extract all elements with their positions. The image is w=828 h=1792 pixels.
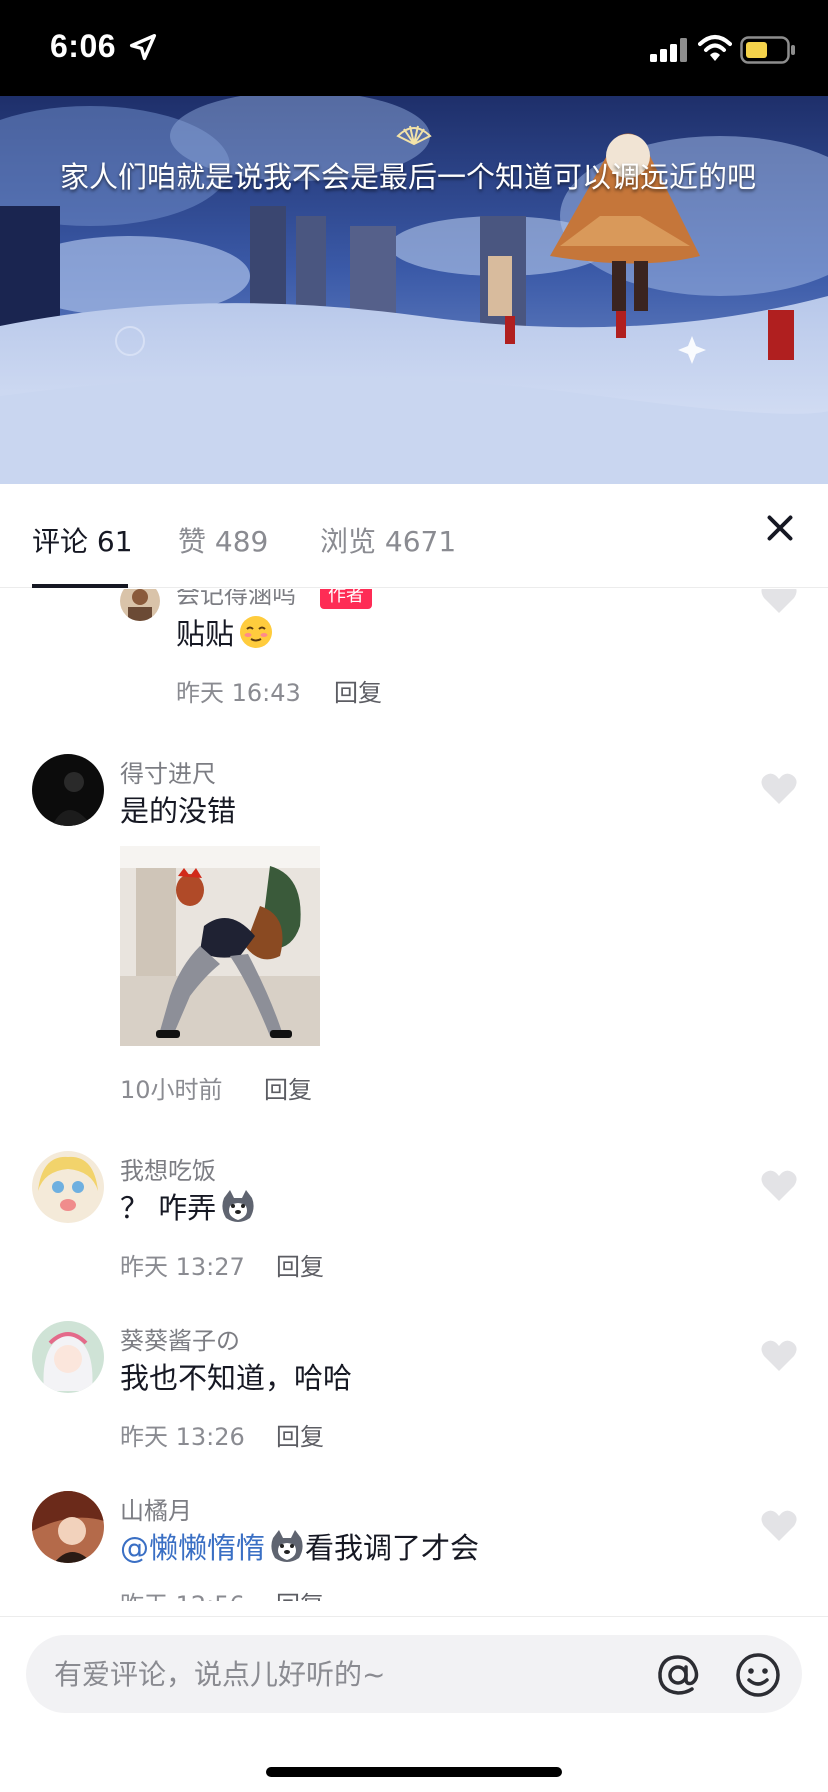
comment-text: @懒懒惰惰 看我调了才会 — [120, 1525, 479, 1567]
husky-emoji-icon — [222, 1190, 254, 1222]
avatar[interactable] — [32, 1321, 104, 1393]
avatar[interactable] — [32, 1491, 104, 1563]
comment-image[interactable] — [120, 846, 320, 1046]
reply-button[interactable]: 回复 — [276, 1247, 324, 1282]
avatar[interactable] — [32, 754, 104, 826]
wifi-icon — [698, 35, 732, 61]
comment-text-content: 贴贴 — [176, 617, 235, 651]
comment-item: 葵葵酱子の 我也不知道，哈哈 昨天 13:26 回复 — [0, 1321, 828, 1451]
close-button[interactable] — [762, 510, 798, 546]
location-arrow-icon — [129, 33, 157, 61]
video-player[interactable]: 家人们咱就是说我不会是最后一个知道可以调远近的吧 — [0, 96, 828, 484]
video-caption: 家人们咱就是说我不会是最后一个知道可以调远近的吧 — [60, 160, 757, 194]
comment-tabs: 评论 61 赞 489 浏览 4671 — [0, 484, 828, 588]
tab-likes[interactable]: 赞 489 — [178, 520, 268, 560]
comment-username[interactable]: 会记得涵呜 — [176, 589, 296, 610]
comment-list[interactable]: 会记得涵呜 作者 贴贴 昨天 16:43 回复 得寸进尺 是的没错 10小时前 … — [0, 589, 828, 1601]
avatar[interactable] — [120, 589, 160, 621]
comment-text-content: 看我调了才会 — [305, 1531, 480, 1565]
reply-button[interactable]: 回复 — [276, 1585, 324, 1601]
author-badge: 作者 — [320, 589, 372, 609]
comment-item: 会记得涵呜 作者 贴贴 昨天 16:43 回复 — [0, 589, 828, 714]
active-tab-indicator — [32, 584, 128, 588]
comment-text: ？ 咋弄 — [120, 1185, 256, 1227]
like-heart-icon[interactable] — [760, 589, 798, 615]
status-bar: 6:06 — [0, 0, 828, 96]
comment-time: 昨天 13:26 — [120, 1423, 245, 1451]
home-indicator[interactable] — [266, 1767, 562, 1777]
comment-username[interactable]: 我想吃饭 — [120, 1151, 216, 1186]
like-heart-icon[interactable] — [760, 772, 798, 806]
husky-emoji-icon — [271, 1530, 303, 1562]
comment-text: 贴贴 — [176, 611, 274, 653]
comment-username[interactable]: 葵葵酱子の — [120, 1321, 240, 1356]
reply-button[interactable]: 回复 — [276, 1417, 324, 1452]
like-heart-icon[interactable] — [760, 1339, 798, 1373]
signal-icon — [650, 38, 687, 62]
comment-input-bar — [0, 1616, 828, 1792]
like-heart-icon[interactable] — [760, 1509, 798, 1543]
comment-item: 我想吃饭 ？ 咋弄 昨天 13:27 回复 — [0, 1151, 828, 1281]
comment-username[interactable]: 山橘月 — [120, 1491, 192, 1526]
comment-time: 昨天 16:43 — [176, 679, 301, 707]
reply-button[interactable]: 回复 — [264, 1070, 312, 1105]
like-heart-icon[interactable] — [760, 1169, 798, 1203]
avatar[interactable] — [32, 1151, 104, 1223]
mention-at-button[interactable] — [654, 1651, 702, 1699]
comment-sheet: 评论 61 赞 489 浏览 4671 会记得涵呜 作者 贴贴 昨天 16:43… — [0, 484, 828, 1792]
status-time: 6:06 — [50, 28, 117, 64]
reply-button[interactable]: 回复 — [334, 673, 382, 708]
comment-time: 10小时前 — [120, 1076, 223, 1104]
tab-views[interactable]: 浏览 4671 — [320, 520, 456, 560]
comment-time: 昨天 13:27 — [120, 1253, 245, 1281]
comment-text: 是的没错 — [120, 794, 237, 828]
comment-text: 我也不知道，哈哈 — [120, 1361, 353, 1395]
blush-emoji-icon — [240, 616, 273, 648]
comment-text-content: ？ 咋弄 — [120, 1191, 217, 1225]
comment-time: 昨天 12:56 — [120, 1585, 245, 1601]
mention-link[interactable]: @懒懒惰惰 — [120, 1531, 265, 1565]
comment-input-box[interactable] — [26, 1635, 802, 1713]
battery-icon — [740, 36, 795, 64]
comment-item: 山橘月 @懒懒惰惰 看我调了才会 昨天 12:56 回复 — [0, 1491, 828, 1601]
tab-comments[interactable]: 评论 61 — [32, 520, 133, 560]
comment-username[interactable]: 得寸进尺 — [120, 754, 216, 789]
emoji-picker-button[interactable] — [734, 1651, 782, 1699]
fan-emblem-icon — [396, 125, 432, 146]
comment-item: 得寸进尺 是的没错 10小时前 回复 — [0, 754, 828, 1104]
comment-input[interactable] — [54, 1654, 614, 1694]
